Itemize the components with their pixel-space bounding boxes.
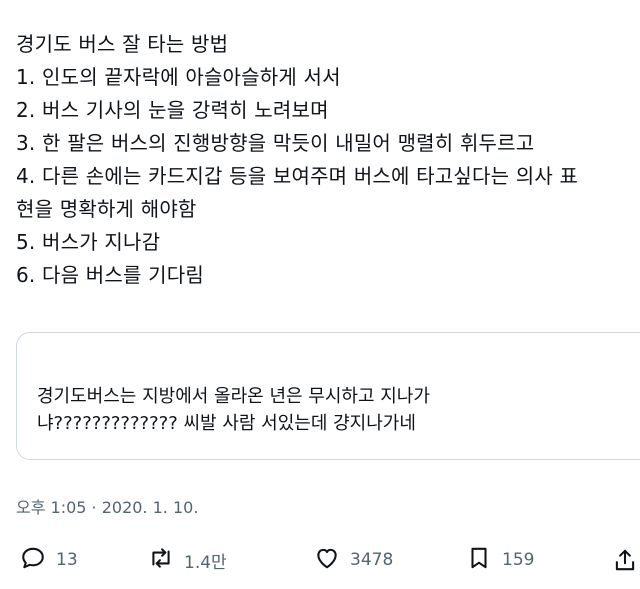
tweet-step-4-continued: 현을 명확하게 해야함: [16, 197, 197, 221]
quoted-tweet-text: 경기도버스는 지방에서 올라온 년은 무시하고 지나가 냐???????????…: [37, 383, 430, 437]
share-icon: [612, 549, 638, 577]
like-count: 3478: [350, 550, 394, 570]
share-button[interactable]: [612, 547, 638, 577]
retweet-button[interactable]: 1.4만: [148, 540, 227, 580]
tweet-step-1: 1. 인도의 끝자락에 아슬아슬하게 서서: [16, 65, 341, 89]
retweet-icon: [148, 545, 174, 575]
retweet-count: 1.4만: [184, 552, 227, 573]
tweet-step-6: 6. 다음 버스를 기다림: [16, 263, 204, 287]
reply-icon: [20, 545, 46, 575]
tweet-step-5: 5. 버스가 지나감: [16, 230, 161, 254]
tweet-step-2: 2. 버스 기사의 눈을 강력히 노려보며: [16, 98, 329, 122]
quoted-tweet-line-1: 경기도버스는 지방에서 올라온 년은 무시하고 지나가: [37, 386, 430, 407]
heart-icon: [314, 545, 340, 575]
tweet-timestamp[interactable]: 오후 1:05 · 2020. 1. 10.: [16, 494, 198, 518]
bookmark-button[interactable]: 159: [466, 540, 534, 580]
tweet-action-bar: 13 1.4만 3478 159: [0, 540, 640, 580]
tweet-step-4: 4. 다른 손에는 카드지갑 등을 보여주며 버스에 타고싶다는 의사 표: [16, 164, 579, 188]
quoted-tweet-card[interactable]: 경기도버스는 지방에서 올라온 년은 무시하고 지나가 냐???????????…: [16, 332, 640, 460]
tweet-title-line: 경기도 버스 잘 타는 방법: [16, 32, 229, 56]
quoted-tweet-line-2: 냐????????????? 씨발 사람 서있는데 걍지나가네: [37, 413, 416, 434]
bookmark-icon: [466, 545, 492, 575]
reply-count: 13: [56, 550, 78, 570]
like-button[interactable]: 3478: [314, 540, 393, 580]
tweet-text: 경기도 버스 잘 타는 방법 1. 인도의 끝자락에 아슬아슬하게 서서 2. …: [16, 28, 636, 292]
tweet-step-3: 3. 한 팔은 버스의 진행방향을 막듯이 내밀어 맹렬히 휘두르고: [16, 131, 535, 155]
bookmark-count: 159: [502, 550, 535, 570]
reply-button[interactable]: 13: [20, 540, 78, 580]
